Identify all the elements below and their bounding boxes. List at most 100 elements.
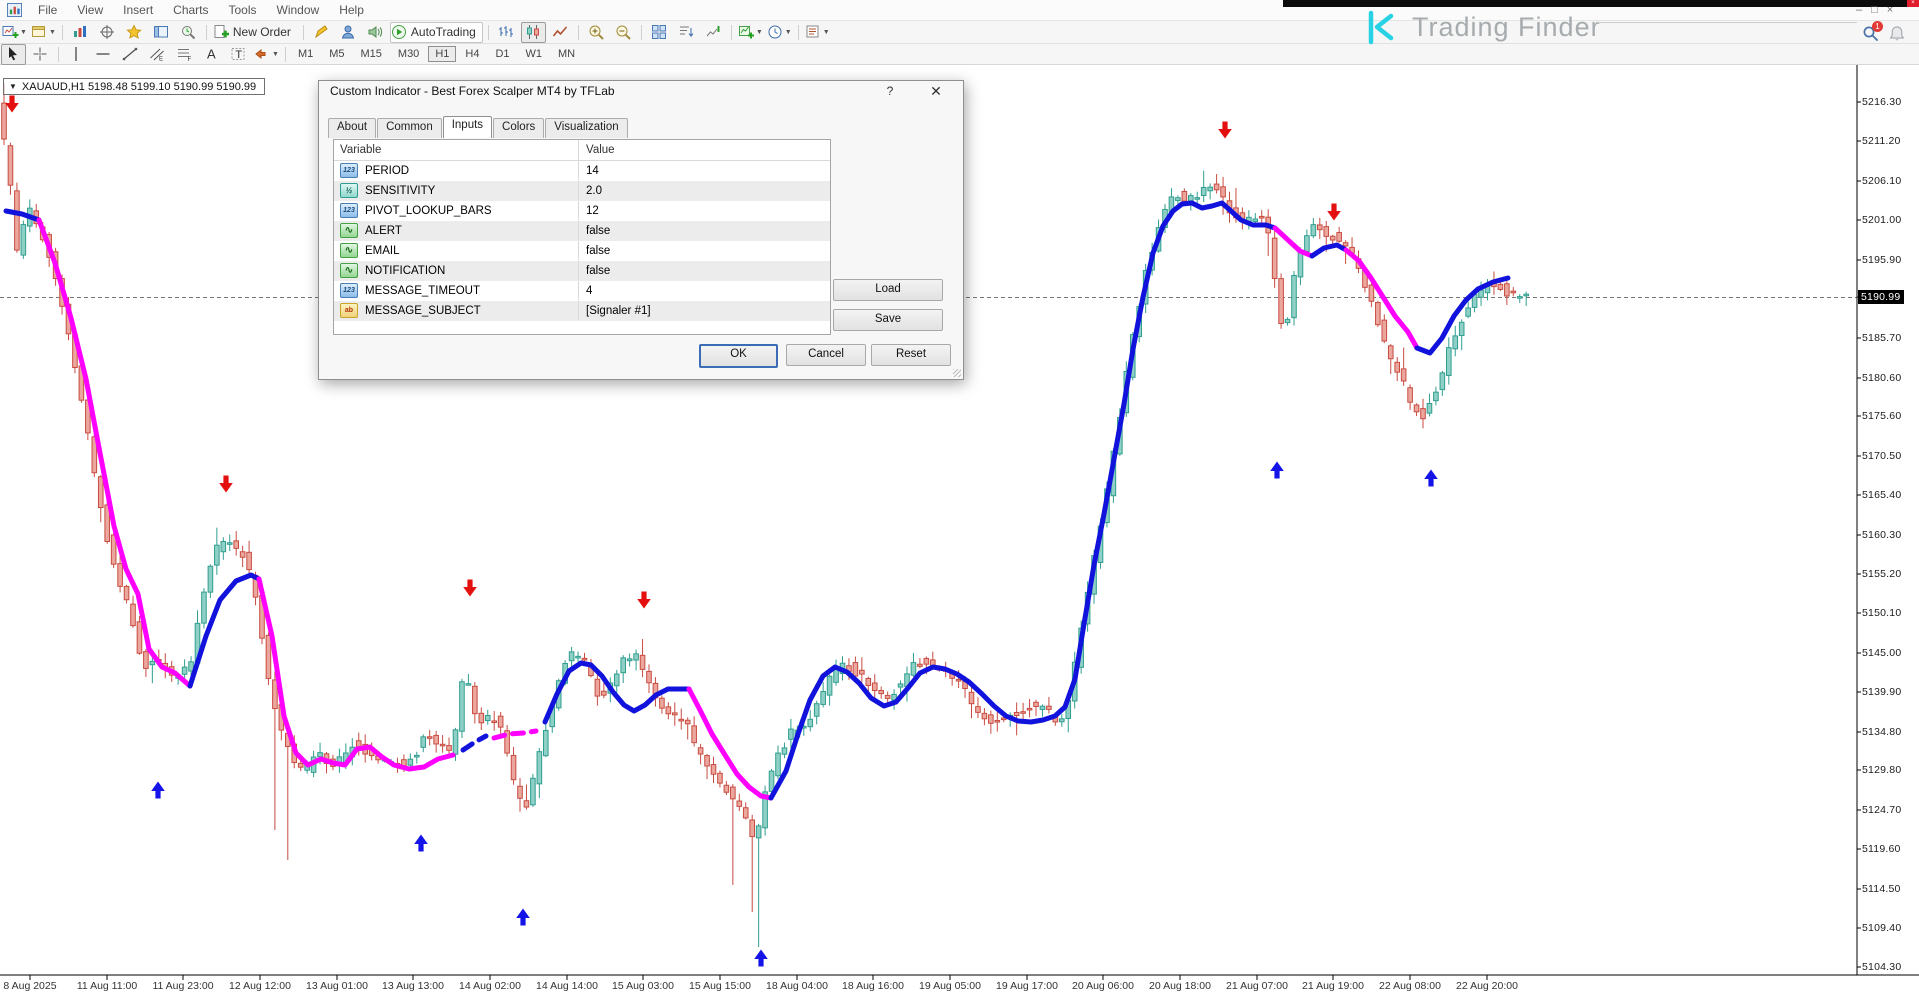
dialog-tab-common[interactable]: Common [377, 118, 442, 138]
profiles-icon[interactable]: ▼ [30, 22, 57, 43]
variable-value[interactable]: false [579, 225, 830, 237]
candlestick-icon[interactable] [521, 22, 546, 43]
strategy-tester-icon[interactable] [176, 22, 201, 43]
timeframe-m1[interactable]: M1 [291, 46, 320, 62]
sell-signal-arrow [637, 592, 651, 609]
events-icon[interactable] [363, 22, 388, 43]
autotrading-button[interactable]: AutoTrading [390, 22, 483, 43]
save-button[interactable]: Save [833, 309, 943, 331]
variable-value[interactable]: [Signaler #1] [579, 305, 830, 317]
close-button[interactable]: × [1887, 4, 1893, 16]
indicators-icon[interactable]: ▼ [737, 22, 764, 43]
time-axis-label: 18 Aug 04:00 [766, 980, 828, 992]
price-axis-label: 5139.90 [1862, 686, 1901, 698]
navigator-icon[interactable] [122, 22, 147, 43]
price-axis-label: 5109.40 [1862, 922, 1901, 934]
input-row-message_timeout[interactable]: 123MESSAGE_TIMEOUT4 [334, 281, 830, 301]
menu-insert[interactable]: Insert [113, 3, 163, 17]
time-axis-label: 22 Aug 20:00 [1456, 980, 1518, 992]
timeframe-m30[interactable]: M30 [391, 46, 426, 62]
menu-file[interactable]: File [28, 3, 67, 17]
dialog-help-button[interactable]: ? [879, 83, 901, 99]
timeframe-m15[interactable]: M15 [354, 46, 389, 62]
input-row-alert[interactable]: ∿ALERTfalse [334, 221, 830, 241]
new-chart-icon[interactable]: ▼ [1, 22, 28, 43]
dialog-tab-inputs[interactable]: Inputs [443, 116, 492, 138]
input-row-period[interactable]: 123PERIOD14 [334, 161, 830, 181]
experts-icon[interactable] [336, 22, 361, 43]
resize-grip[interactable] [953, 369, 961, 377]
input-row-email[interactable]: ∿EMAILfalse [334, 241, 830, 261]
time-axis-label: 14 Aug 14:00 [536, 980, 598, 992]
input-row-sensitivity[interactable]: ½SENSITIVITY2.0 [334, 181, 830, 201]
minimize-button[interactable]: – [1856, 4, 1862, 16]
timeframe-h1[interactable]: H1 [428, 46, 456, 62]
dialog-tab-about[interactable]: About [328, 118, 376, 138]
input-row-pivot_lookup_bars[interactable]: 123PIVOT_LOOKUP_BARS12 [334, 201, 830, 221]
variable-value[interactable]: 12 [579, 205, 830, 217]
periods-icon[interactable]: ▼ [766, 22, 793, 43]
zoom-out-icon[interactable] [611, 22, 636, 43]
cancel-button[interactable]: Cancel [786, 344, 866, 366]
vline-tool[interactable] [64, 44, 89, 65]
hline-tool[interactable] [91, 44, 116, 65]
svg-text:E: E [159, 57, 163, 63]
collapse-caret-icon[interactable]: ▼ [9, 82, 17, 91]
new-order-button[interactable]: New Order [212, 22, 298, 43]
time-axis-label: 18 Aug 16:00 [842, 980, 904, 992]
dialog-tab-colors[interactable]: Colors [493, 118, 544, 138]
trendline-tool[interactable] [118, 44, 143, 65]
timeframe-w1[interactable]: W1 [519, 46, 550, 62]
cursor-tool[interactable] [1, 44, 26, 65]
input-row-notification[interactable]: ∿NOTIFICATIONfalse [334, 261, 830, 281]
terminal-icon[interactable] [149, 22, 174, 43]
crosshair-tool[interactable] [28, 44, 53, 65]
maximize-button[interactable]: □ [1871, 4, 1878, 16]
variable-value[interactable]: false [579, 265, 830, 277]
trading-finder-icon [1360, 6, 1402, 48]
price-axis-label: 5134.80 [1862, 726, 1901, 738]
dialog-close-button[interactable]: ✕ [925, 83, 947, 99]
timeframe-h4[interactable]: H4 [458, 46, 486, 62]
shapes-tool[interactable]: ▼ [253, 44, 280, 65]
tile-windows-icon[interactable] [647, 22, 672, 43]
symbol-info-box[interactable]: ▼ XAUAUD,H1 5198.48 5199.10 5190.99 5190… [3, 78, 265, 95]
metaeditor-icon[interactable] [309, 22, 334, 43]
zoom-in-icon[interactable] [584, 22, 609, 43]
menu-help[interactable]: Help [329, 3, 374, 17]
timeframe-m5[interactable]: M5 [322, 46, 351, 62]
notification-bell-icon[interactable] [1888, 25, 1906, 42]
line-chart-icon[interactable] [548, 22, 573, 43]
menu-charts[interactable]: Charts [163, 3, 218, 17]
dialog-tab-visualization[interactable]: Visualization [545, 118, 627, 138]
variable-value[interactable]: 4 [579, 285, 830, 297]
menu-tools[interactable]: Tools [219, 3, 267, 17]
text-tool[interactable]: A [199, 44, 224, 65]
strip-close-button[interactable]: × [1907, 0, 1919, 7]
reset-button[interactable]: Reset [871, 344, 951, 366]
label-tool[interactable]: T [226, 44, 251, 65]
time-axis-label: 8 Aug 2025 [3, 980, 56, 992]
load-button[interactable]: Load [833, 279, 943, 301]
menu-window[interactable]: Window [267, 3, 330, 17]
variable-value[interactable]: 2.0 [579, 185, 830, 197]
auto-scroll-icon[interactable] [674, 22, 699, 43]
fibonacci-tool[interactable]: F [172, 44, 197, 65]
market-watch-icon[interactable] [68, 22, 93, 43]
bar-chart-icon[interactable] [494, 22, 519, 43]
price-axis-label: 5211.20 [1862, 135, 1901, 147]
menu-view[interactable]: View [67, 3, 113, 17]
chart-shift-icon[interactable] [701, 22, 726, 43]
variable-value[interactable]: false [579, 245, 830, 257]
variable-value[interactable]: 14 [579, 165, 830, 177]
input-row-message_subject[interactable]: abMESSAGE_SUBJECT[Signaler #1] [334, 301, 830, 321]
channel-tool[interactable]: E [145, 44, 170, 65]
ok-button[interactable]: OK [699, 344, 778, 368]
templates-icon[interactable]: ▼ [804, 22, 831, 43]
toolbar-separator [206, 25, 207, 40]
timeframe-mn[interactable]: MN [551, 46, 582, 62]
timeframe-d1[interactable]: D1 [488, 46, 516, 62]
data-window-icon[interactable] [95, 22, 120, 43]
dialog-title-bar[interactable]: Custom Indicator - Best Forex Scalper MT… [319, 81, 963, 101]
variable-column-header: Variable [334, 140, 579, 160]
